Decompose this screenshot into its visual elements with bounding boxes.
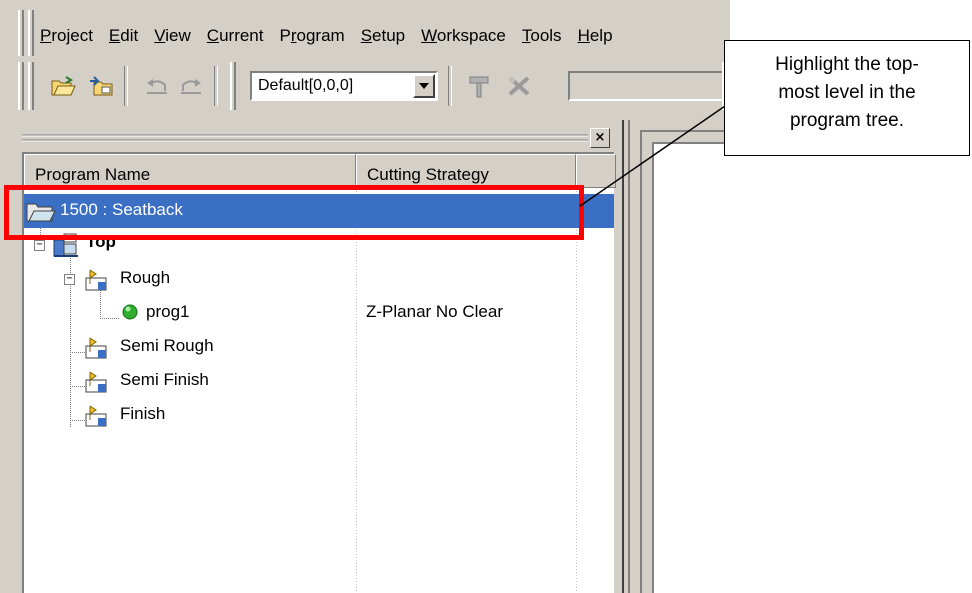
collapse-toggle[interactable]: − [34,240,45,251]
menubar-grip[interactable] [18,10,24,56]
panel-grip-lines [22,134,588,142]
stage-icon [85,371,107,393]
callout-box: Highlight the top- most level in the pro… [724,40,970,156]
stage-icon [85,337,107,359]
view-area [652,142,732,593]
toolbar-grip-2[interactable] [28,62,34,110]
tree-row-label: Semi Rough [120,336,214,355]
close-panel-button[interactable]: × [590,128,610,148]
toolbar-grip[interactable] [18,62,24,110]
toolbar-separator [214,66,218,106]
callout-line-2: most level in the [778,82,916,103]
collapse-toggle[interactable]: − [64,274,75,285]
tree-row-label: prog1 [146,302,190,321]
undo-button[interactable] [142,72,172,100]
chevron-down-icon [419,83,429,89]
menu-tools[interactable]: Tools [522,26,562,46]
menu-help[interactable]: Help [578,26,613,46]
redo-button[interactable] [176,72,206,100]
tree-row-semi-rough[interactable]: Semi Rough [24,330,614,364]
tree-row-label: Rough [120,268,171,287]
stage-icon [85,269,107,291]
workplane-select[interactable]: Default[0,0,0] [250,71,438,101]
menu-project[interactable]: Project [40,26,93,46]
toolbar-grip-3[interactable] [230,62,236,110]
save-project-button[interactable] [86,72,116,100]
cutting-strategy-value: Z-Planar No Clear [366,302,503,321]
column-header-cutting-strategy[interactable]: Cutting Strategy [356,154,576,188]
menubar: Project Edit View Current Program Setup Worksp… [40,18,760,54]
callout-line-3: program tree. [789,110,905,131]
panel-title-bar[interactable] [22,130,612,148]
open-folder-icon [51,76,76,96]
toolbar: Default[0,0,0] [18,58,730,114]
menu-setup[interactable]: Setup [361,26,405,46]
application-window: Project Edit View Current Program Setup Worksp… [0,0,972,593]
tool-settings-button[interactable] [504,72,534,100]
tool-button[interactable] [464,72,494,100]
tree-row-finish[interactable]: Finish [24,398,614,432]
menu-current[interactable]: Current [207,26,264,46]
menu-workspace[interactable]: Workspace [421,26,506,46]
callout-line-1: Highlight the top- [775,54,919,75]
undo-icon [147,79,167,94]
tree-row-rough[interactable]: − Rough [24,262,614,296]
green-status-icon [122,304,138,320]
hammer-icon [469,76,489,98]
menu-program[interactable]: Program [280,26,345,46]
column-header-empty[interactable] [576,154,616,188]
tree-row-label: Finish [120,404,166,423]
menubar-grip-2[interactable] [28,10,34,56]
open-project-button[interactable] [48,72,78,100]
tools-icon [508,76,530,96]
stage-icon [85,405,107,427]
menu-edit[interactable]: Edit [109,26,138,46]
toolbar-separator [448,66,452,106]
folder-arrow-icon [90,76,113,96]
workplane-select-value: Default[0,0,0] [258,77,354,94]
redo-icon [181,79,201,94]
tree-row-semi-finish[interactable]: Semi Finish [24,364,614,398]
column-header-program-name[interactable]: Program Name [24,154,356,188]
panel-splitter[interactable] [622,120,630,593]
toolbar-separator [124,66,128,106]
tree-row-prog1[interactable]: prog1 Z-Planar No Clear [24,296,614,330]
highlight-box [4,185,584,240]
menu-view[interactable]: View [154,26,191,46]
dropdown-button[interactable] [413,74,435,98]
tool-name-field[interactable] [568,71,728,101]
tree-row-label: Semi Finish [120,370,209,389]
